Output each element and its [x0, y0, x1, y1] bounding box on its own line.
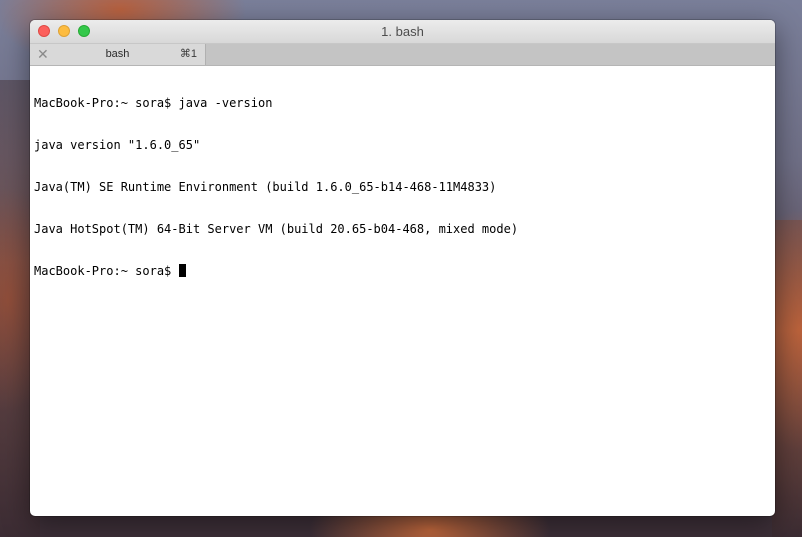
terminal-line: java version "1.6.0_65" — [34, 138, 201, 152]
terminal-window: 1. bash ✕ bash ⌘1 MacBook-Pro:~ sora$ ja… — [30, 20, 775, 516]
tab-bar: ✕ bash ⌘1 — [30, 44, 775, 66]
window-title: 1. bash — [381, 24, 424, 39]
title-bar[interactable]: 1. bash — [30, 20, 775, 44]
tab-bar-empty-area[interactable] — [206, 44, 775, 65]
tab-shortcut: ⌘1 — [179, 48, 197, 60]
tab-label: bash — [105, 48, 130, 60]
terminal-prompt-line: MacBook-Pro:~ sora$ — [34, 264, 771, 278]
terminal-line: Java HotSpot(TM) 64-Bit Server VM (build… — [34, 222, 519, 236]
terminal-prompt: MacBook-Pro:~ sora$ — [34, 264, 179, 278]
wallpaper-mountain-right — [772, 220, 802, 537]
terminal-line: MacBook-Pro:~ sora$ java -version — [34, 96, 273, 110]
text-cursor — [178, 264, 186, 277]
tab-bash[interactable]: ✕ bash ⌘1 — [30, 44, 206, 65]
terminal-output[interactable]: MacBook-Pro:~ sora$ java -version java v… — [30, 66, 775, 308]
terminal-line: Java(TM) SE Runtime Environment (build 1… — [34, 180, 497, 194]
